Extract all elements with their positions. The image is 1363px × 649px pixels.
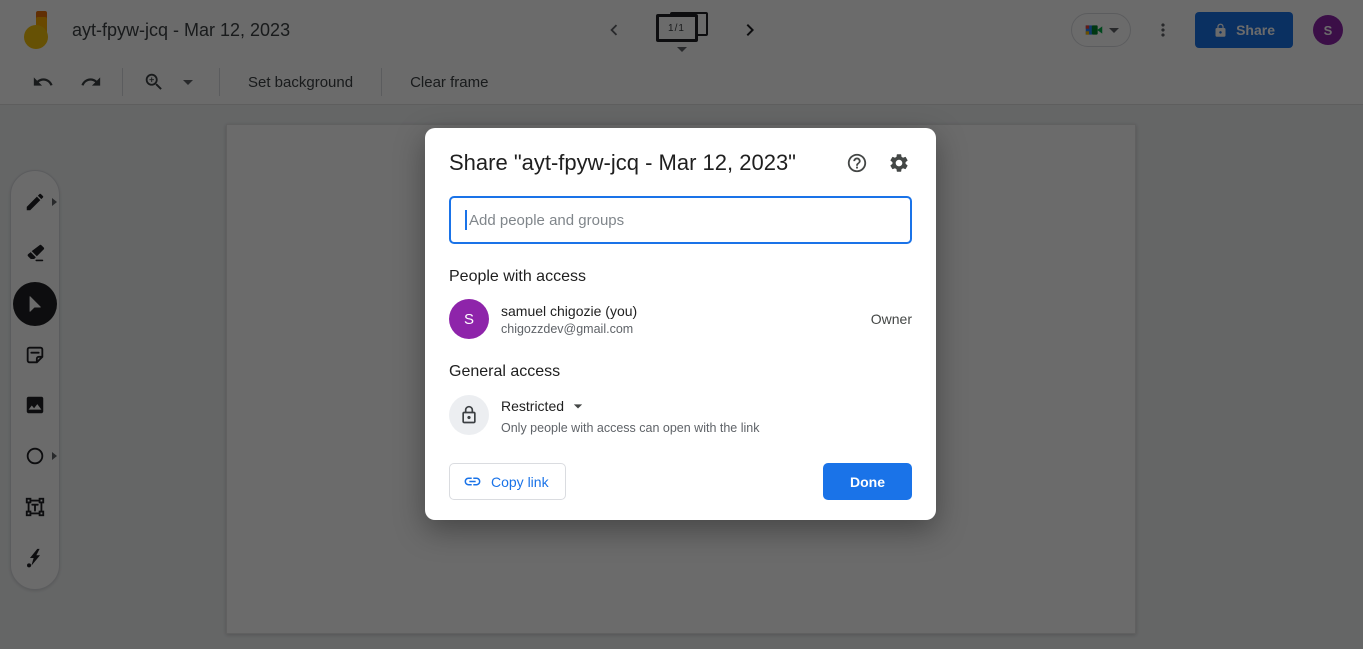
help-icon — [847, 153, 867, 173]
access-level-dropdown[interactable]: Restricted — [501, 396, 759, 416]
text-caret — [465, 210, 467, 230]
lock-outline-icon — [462, 405, 476, 424]
share-settings-button[interactable] — [886, 150, 912, 176]
person-avatar: S — [449, 299, 489, 339]
person-email: chigozzdev@gmail.com — [501, 321, 634, 336]
people-with-access-heading: People with access — [449, 268, 586, 285]
copy-link-label: Copy link — [491, 473, 549, 490]
help-button[interactable] — [844, 150, 870, 176]
add-people-input[interactable] — [449, 196, 912, 244]
share-dialog: Share "ayt-fpyw-jcq - Mar 12, 2023" Peop… — [425, 128, 936, 520]
restricted-lock-badge — [449, 395, 489, 435]
general-access-row: Restricted Only people with access can o… — [449, 395, 912, 435]
access-description: Only people with access can open with th… — [501, 421, 760, 435]
person-role: Owner — [870, 311, 912, 327]
access-level-label: Restricted — [501, 398, 565, 414]
chevron-down-icon — [573, 404, 583, 409]
gear-icon — [890, 154, 908, 172]
link-icon — [464, 477, 481, 486]
copy-link-button[interactable]: Copy link — [449, 463, 566, 500]
dialog-title: Share "ayt-fpyw-jcq - Mar 12, 2023" — [449, 150, 796, 175]
person-row: S samuel chigozie (you) chigozzdev@gmail… — [449, 299, 912, 339]
general-access-heading: General access — [449, 363, 561, 380]
done-button[interactable]: Done — [823, 463, 912, 500]
person-name: samuel chigozie (you) — [501, 302, 638, 319]
